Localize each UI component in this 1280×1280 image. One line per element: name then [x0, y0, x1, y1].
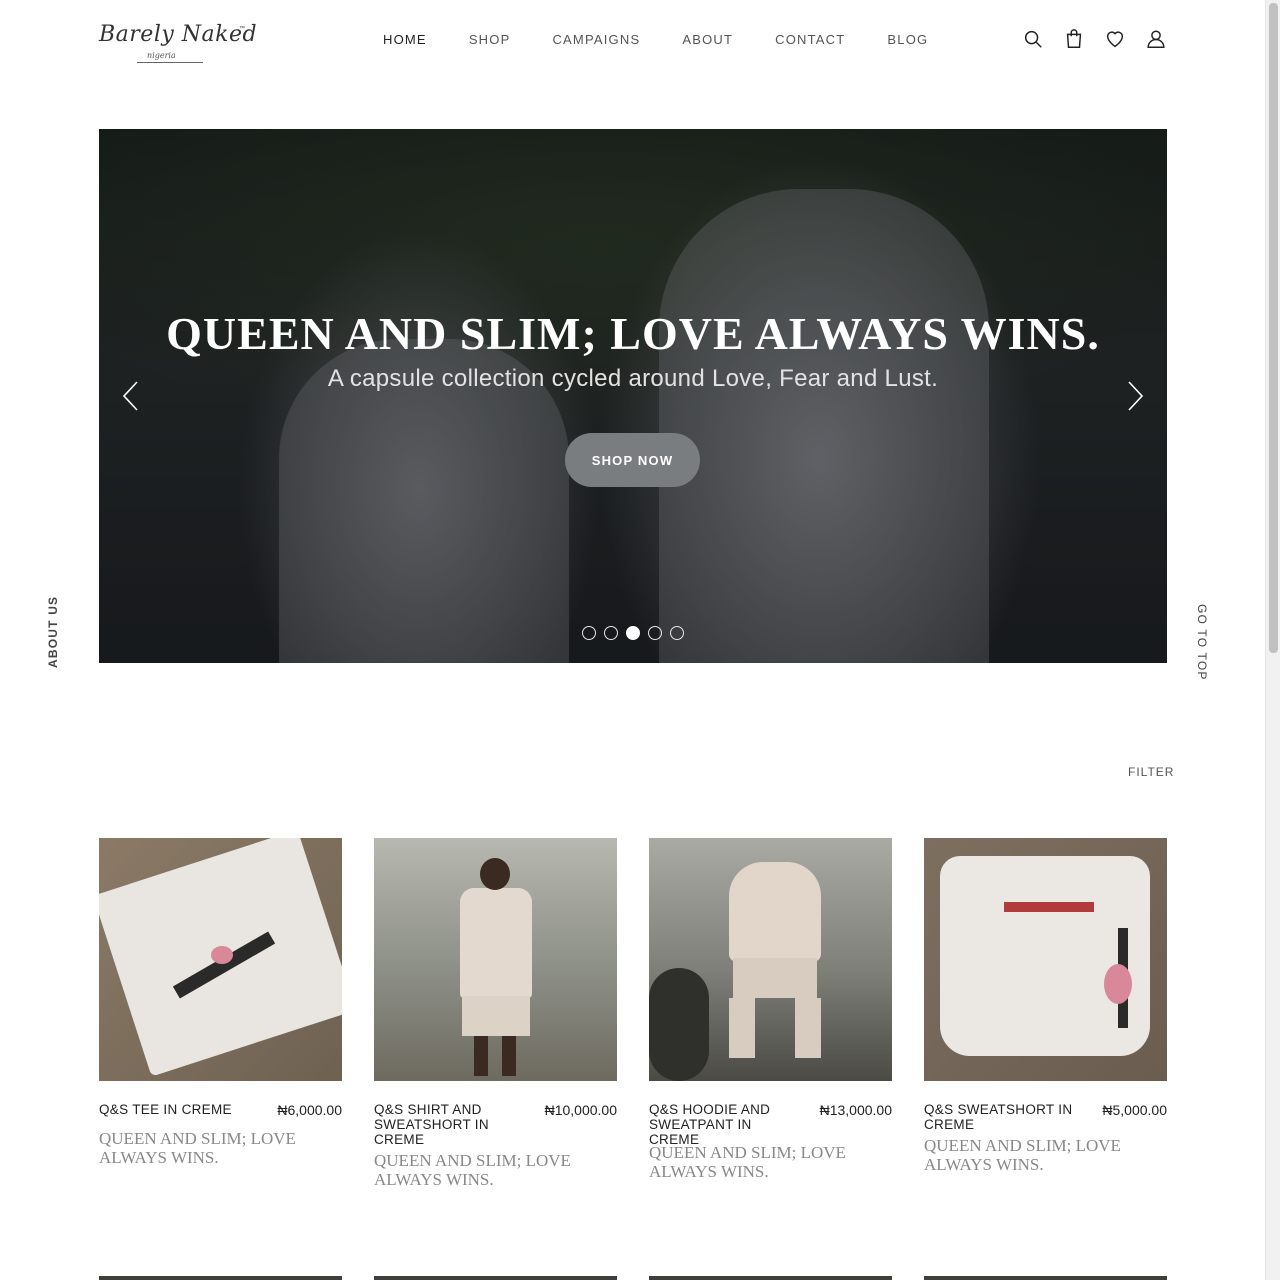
product-price: ₦13,000.00	[819, 1102, 892, 1118]
logo-wordmark: Barely Naked	[99, 22, 258, 47]
slider-dot-1[interactable]	[582, 626, 596, 640]
page-scrollbar[interactable]	[1265, 0, 1280, 1280]
product-card[interactable]: Q&S HOODIE AND SWEATPANT IN CREME ₦13,00…	[649, 838, 892, 1181]
chevron-left-icon[interactable]	[119, 379, 143, 413]
product-card[interactable]: Q&S SHIRT AND SWEATSHORT IN CREME ₦10,00…	[374, 838, 617, 1189]
about-us-side-link[interactable]: ABOUT US	[46, 596, 60, 668]
slider-dot-2[interactable]	[604, 626, 618, 640]
product-name[interactable]: Q&S HOODIE AND SWEATPANT IN CREME	[649, 1102, 799, 1147]
slider-pagination	[582, 626, 692, 640]
product-image[interactable]	[649, 838, 892, 1081]
product-name[interactable]: Q&S SHIRT AND SWEATSHORT IN CREME	[374, 1102, 524, 1147]
slider-dot-3[interactable]	[626, 626, 640, 640]
product-image[interactable]	[924, 838, 1167, 1081]
product-image-peek[interactable]	[649, 1276, 892, 1280]
logo-underline	[137, 62, 203, 63]
nav-home[interactable]: HOME	[383, 32, 427, 47]
user-icon[interactable]	[1145, 28, 1167, 50]
product-price: ₦5,000.00	[1102, 1102, 1167, 1118]
shop-now-button[interactable]: SHOP NOW	[565, 433, 700, 487]
product-card[interactable]: Q&S TEE IN CREME ₦6,000.00 QUEEN AND SLI…	[99, 838, 342, 1167]
product-description: QUEEN AND SLIM; LOVE ALWAYS WINS.	[649, 1143, 846, 1181]
product-price: ₦6,000.00	[277, 1102, 342, 1118]
hero-subtitle: A capsule collection cycled around Love,…	[327, 365, 939, 392]
product-name[interactable]: Q&S TEE IN CREME	[99, 1102, 249, 1117]
slider-dot-5[interactable]	[670, 626, 684, 640]
product-card[interactable]: Q&S SWEATSHORT IN CREME ₦5,000.00 QUEEN …	[924, 838, 1167, 1174]
nav-blog[interactable]: BLOG	[887, 32, 928, 47]
product-description: QUEEN AND SLIM; LOVE ALWAYS WINS.	[99, 1129, 296, 1167]
shopping-bag-icon[interactable]	[1063, 28, 1085, 50]
product-description: QUEEN AND SLIM; LOVE ALWAYS WINS.	[924, 1136, 1121, 1174]
product-description: QUEEN AND SLIM; LOVE ALWAYS WINS.	[374, 1151, 571, 1189]
hero-overlay	[99, 129, 1167, 663]
main-navigation: HOME SHOP CAMPAIGNS ABOUT CONTACT BLOG	[383, 32, 970, 47]
heart-icon[interactable]	[1104, 28, 1126, 50]
filter-toggle[interactable]: FILTER	[1128, 765, 1174, 779]
slider-dot-4[interactable]	[648, 626, 662, 640]
product-name[interactable]: Q&S SWEATSHORT IN CREME	[924, 1102, 1074, 1132]
product-image-peek[interactable]	[99, 1276, 342, 1280]
site-header: Barely Naked ™ nigeria HOME SHOP CAMPAIG…	[0, 0, 1265, 80]
chevron-right-icon[interactable]	[1123, 379, 1147, 413]
logo-trademark: ™	[239, 26, 245, 32]
next-product-row	[99, 1276, 1167, 1280]
search-icon[interactable]	[1022, 28, 1044, 50]
nav-shop[interactable]: SHOP	[469, 32, 511, 47]
nav-about[interactable]: ABOUT	[682, 32, 733, 47]
product-image[interactable]	[99, 838, 342, 1081]
logo-subtext: nigeria	[147, 51, 176, 60]
scrollbar-thumb[interactable]	[1269, 3, 1278, 653]
brand-logo[interactable]: Barely Naked ™ nigeria	[99, 22, 257, 70]
product-image[interactable]	[374, 838, 617, 1081]
hero-slider: QUEEN AND SLIM; LOVE ALWAYS WINS. A caps…	[99, 129, 1167, 663]
product-image-peek[interactable]	[374, 1276, 617, 1280]
product-image-peek[interactable]	[924, 1276, 1167, 1280]
product-price: ₦10,000.00	[544, 1102, 617, 1118]
hero-title: QUEEN AND SLIM; LOVE ALWAYS WINS.	[166, 308, 1100, 359]
nav-campaigns[interactable]: CAMPAIGNS	[552, 32, 640, 47]
nav-contact[interactable]: CONTACT	[775, 32, 845, 47]
header-icons	[1022, 28, 1186, 50]
go-to-top-link[interactable]: GO TO TOP	[1195, 604, 1209, 681]
